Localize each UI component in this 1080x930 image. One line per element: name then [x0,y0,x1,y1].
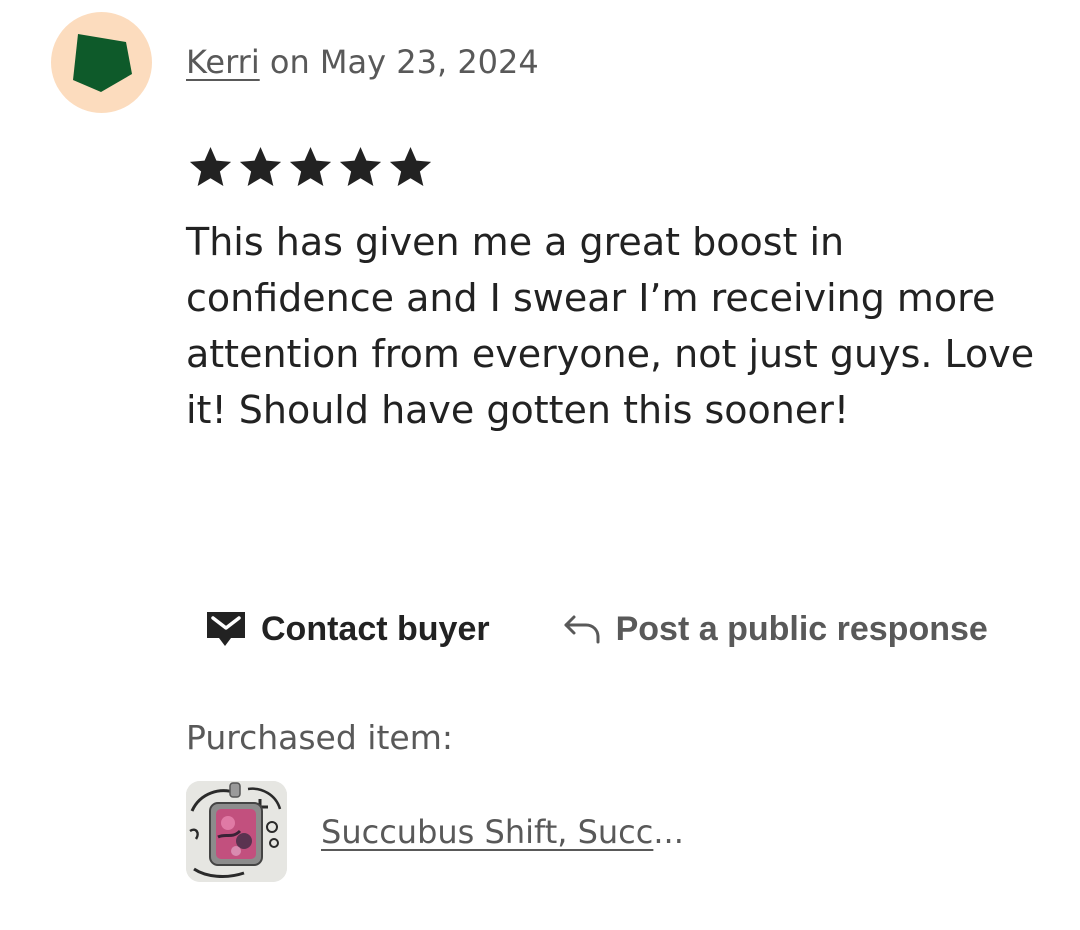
pendant-product-thumbnail [186,781,287,882]
star-rating [186,142,435,192]
purchased-item-label: Purchased item: [186,718,453,757]
envelope-icon [207,612,245,646]
star-icon [239,146,282,186]
review-actions: Contact buyer Post a public response [205,604,988,654]
star-icon [189,146,232,186]
review-text: This has given me a great boost in confi… [186,220,1035,432]
contact-buyer-button[interactable]: Contact buyer [205,609,490,649]
purchased-item-link[interactable]: Succubus Shift, Succ... [321,810,684,854]
star-icon [289,146,332,186]
post-public-response-button[interactable]: Post a public response [562,610,988,649]
purchased-item-ellipsis: ... [653,813,684,851]
reply-arrow-icon [564,615,600,644]
green-pentagon-avatar-icon [73,34,132,92]
review-header: Kerri on May 23, 2024 [186,40,539,84]
purchased-item-title: Succubus Shift, Succ [321,813,654,851]
post-public-response-label: Post a public response [615,609,988,648]
star-icon [339,146,382,186]
purchased-item-thumbnail[interactable] [186,781,287,882]
reviewer-name-link[interactable]: Kerri [186,43,260,81]
review-date: on May 23, 2024 [259,43,539,81]
star-icon [389,146,432,186]
contact-buyer-label: Contact buyer [261,609,490,648]
reviewer-avatar[interactable] [51,12,152,113]
